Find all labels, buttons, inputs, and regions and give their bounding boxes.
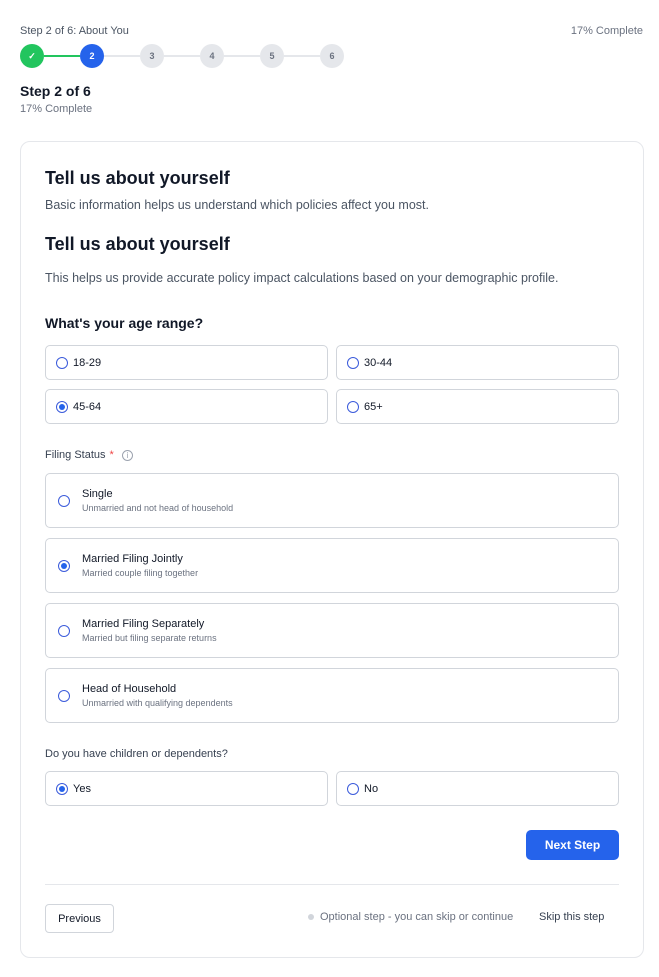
age-option-18-29[interactable]: 18-29 xyxy=(45,345,328,380)
option-label: 18-29 xyxy=(73,356,102,369)
children-question: Do you have children or dependents? xyxy=(45,748,228,760)
age-question: What's your age range? xyxy=(45,315,204,331)
radio-icon[interactable] xyxy=(58,689,70,702)
divider xyxy=(45,884,619,885)
age-option-30-44[interactable]: 30-44 xyxy=(336,345,619,380)
form-card: Tell us about yourself Basic information… xyxy=(20,141,644,958)
radio-selected-icon[interactable] xyxy=(56,400,68,413)
radio-selected-icon[interactable] xyxy=(56,782,68,795)
step-2-current[interactable]: 2 xyxy=(80,44,104,68)
option-title: Head of Household xyxy=(82,683,177,695)
step-6: 6 xyxy=(320,44,344,68)
step-subtitle: 17% Complete xyxy=(20,103,93,115)
option-description: Unmarried and not head of household xyxy=(82,503,234,513)
filing-option-head-of-household[interactable]: Head of Household Unmarried with qualify… xyxy=(45,668,619,723)
radio-icon[interactable] xyxy=(58,624,70,637)
option-title: Married Filing Jointly xyxy=(82,553,183,565)
age-option-45-64[interactable]: 45-64 xyxy=(45,389,328,424)
filing-status-text: Filing Status xyxy=(45,449,106,461)
option-title: Single xyxy=(82,488,113,500)
card-description: Basic information helps us understand wh… xyxy=(45,198,429,212)
required-mark: * xyxy=(109,449,114,461)
filing-option-single[interactable]: Single Unmarried and not head of househo… xyxy=(45,473,619,528)
option-label: 30-44 xyxy=(364,356,393,369)
children-option-no[interactable]: No xyxy=(336,771,619,806)
optional-note-text: Optional step - you can skip or continue xyxy=(320,911,514,923)
option-description: Married but filing separate returns xyxy=(82,633,217,643)
filing-option-married-separately[interactable]: Married Filing Separately Married but fi… xyxy=(45,603,619,658)
section-description: This helps us provide accurate policy im… xyxy=(45,271,559,285)
step-4: 4 xyxy=(200,44,224,68)
stepper: ✓ 2 3 4 5 6 xyxy=(20,44,344,68)
step-connector xyxy=(284,55,320,57)
progress-header: Step 2 of 6: About You 17% Complete xyxy=(20,25,643,37)
optional-step-note: Optional step - you can skip or continue xyxy=(308,911,513,923)
filing-option-married-jointly[interactable]: Married Filing Jointly Married couple fi… xyxy=(45,538,619,593)
radio-icon[interactable] xyxy=(347,400,359,413)
card-heading: Tell us about yourself xyxy=(45,168,230,188)
step-connector xyxy=(104,55,140,57)
option-label: 65+ xyxy=(364,400,383,413)
step-3: 3 xyxy=(140,44,164,68)
step-1-complete[interactable]: ✓ xyxy=(20,44,44,68)
step-connector xyxy=(224,55,260,57)
section-heading: Tell us about yourself xyxy=(45,234,230,254)
children-option-yes[interactable]: Yes xyxy=(45,771,328,806)
step-5: 5 xyxy=(260,44,284,68)
percent-complete: 17% Complete xyxy=(570,25,643,37)
step-connector xyxy=(44,55,80,57)
skip-step-link[interactable]: Skip this step xyxy=(539,911,604,923)
previous-button[interactable]: Previous xyxy=(45,904,114,933)
radio-icon[interactable] xyxy=(347,782,359,795)
age-option-65-plus[interactable]: 65+ xyxy=(336,389,619,424)
filing-status-label: Filing Status * i xyxy=(45,449,133,461)
info-icon[interactable]: i xyxy=(121,449,133,461)
option-label: Yes xyxy=(73,782,91,795)
option-label: No xyxy=(364,782,379,795)
option-title: Married Filing Separately xyxy=(82,618,205,630)
step-label: Step 2 of 6: About You xyxy=(20,25,129,37)
step-connector xyxy=(164,55,200,57)
step-title: Step 2 of 6 xyxy=(20,83,91,99)
radio-icon[interactable] xyxy=(347,356,359,369)
radio-selected-icon[interactable] xyxy=(58,559,70,572)
option-description: Married couple filing together xyxy=(82,568,199,578)
next-step-button[interactable]: Next Step xyxy=(526,830,619,860)
radio-icon[interactable] xyxy=(58,494,70,507)
option-label: 45-64 xyxy=(73,400,102,413)
radio-icon[interactable] xyxy=(56,356,68,369)
status-dot-icon xyxy=(308,914,314,920)
option-description: Unmarried with qualifying dependents xyxy=(82,698,233,708)
